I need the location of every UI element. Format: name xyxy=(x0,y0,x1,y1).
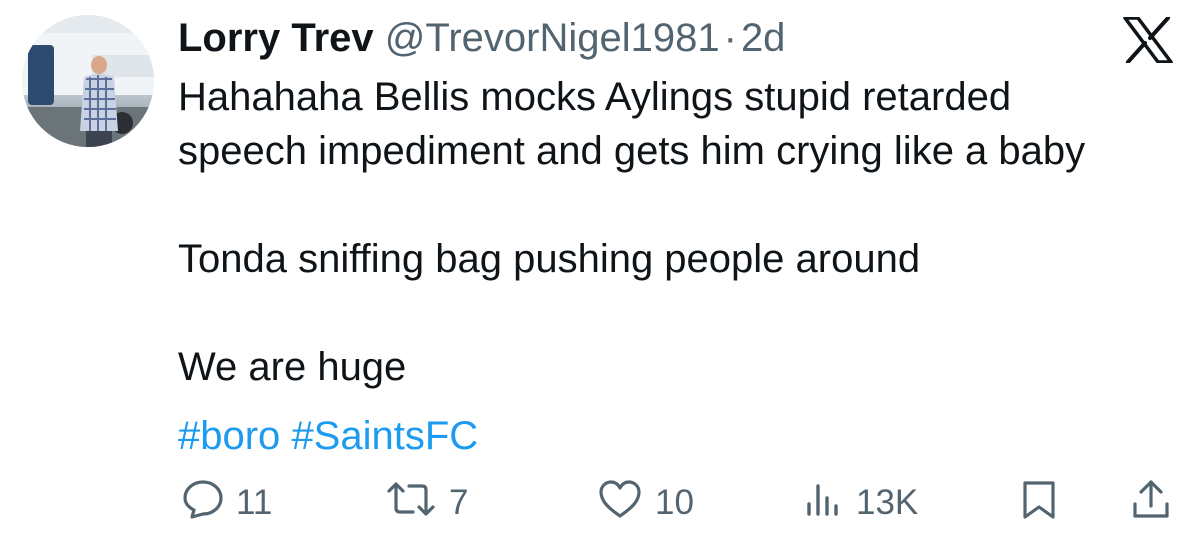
tweet-header: Lorry Trev @TrevorNigel1981 · 2d xyxy=(178,14,785,62)
hashtag-saintsfc[interactable]: #SaintsFC xyxy=(291,414,478,458)
bookmark-icon xyxy=(1016,476,1062,531)
tweet-text-line xyxy=(178,286,1178,340)
retweet-button[interactable]: 7 xyxy=(383,475,468,531)
tweet-text-line: Tonda sniffing bag pushing people around xyxy=(178,237,921,281)
view-count: 13K xyxy=(856,483,919,522)
author-handle[interactable]: @TrevorNigel1981 xyxy=(385,16,720,60)
hashtag-list: #boro #SaintsFC xyxy=(178,409,478,463)
avatar[interactable] xyxy=(22,15,154,147)
share-button[interactable] xyxy=(1128,475,1174,531)
share-icon xyxy=(1128,476,1174,531)
retweet-count: 7 xyxy=(449,483,469,522)
hashtag-boro[interactable]: #boro xyxy=(178,414,280,458)
bookmark-button[interactable] xyxy=(1016,475,1062,531)
x-logo-icon xyxy=(1123,16,1173,64)
tweet-text-line xyxy=(178,178,1178,232)
reply-button[interactable]: 11 xyxy=(180,475,272,531)
views-button[interactable]: 13K xyxy=(800,475,918,531)
tweet-text-line: We are huge xyxy=(178,345,407,389)
tweet-text: Hahahaha Bellis mocks Aylings stupid ret… xyxy=(178,70,1178,394)
retweet-icon xyxy=(383,476,439,531)
like-button[interactable]: 10 xyxy=(595,475,694,531)
tweet-text-line: Hahahaha Bellis mocks Aylings stupid ret… xyxy=(178,75,1012,119)
heart-icon xyxy=(595,476,645,531)
views-chart-icon xyxy=(800,476,846,531)
tweet-text-line: speech impediment and gets him crying li… xyxy=(178,129,1086,173)
author-name[interactable]: Lorry Trev xyxy=(178,16,374,60)
reply-icon xyxy=(180,476,226,531)
reply-count: 11 xyxy=(236,483,273,522)
avatar-photo xyxy=(22,15,154,147)
header-separator: · xyxy=(723,16,737,60)
action-bar: 11 7 10 13K xyxy=(0,475,1200,535)
tweet-timestamp[interactable]: 2d xyxy=(741,16,786,60)
like-count: 10 xyxy=(655,483,694,522)
